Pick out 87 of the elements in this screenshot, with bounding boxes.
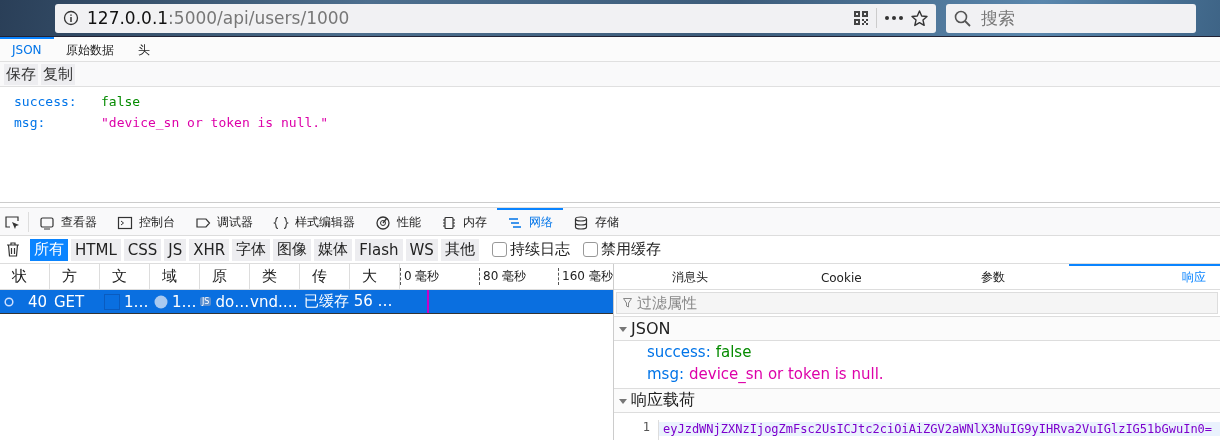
search-icon	[954, 9, 971, 27]
detail-tab[interactable]: 响应	[1068, 264, 1220, 289]
qr-code-icon[interactable]	[854, 11, 868, 25]
star-icon[interactable]	[911, 9, 928, 27]
column-header[interactable]: 域	[150, 264, 200, 289]
timeline-tick: 0 毫秒	[400, 268, 479, 285]
column-header[interactable]: 传	[300, 264, 350, 289]
timeline-marker	[427, 290, 429, 313]
detail-tab[interactable]: 参数	[917, 264, 1069, 289]
filter-icon	[623, 298, 632, 308]
json-key: msg:	[647, 365, 684, 383]
toolbar-button[interactable]: 复制	[41, 63, 75, 85]
toolbar-button[interactable]: 保存	[4, 63, 38, 85]
status-code: 40	[28, 292, 48, 311]
more-icon[interactable]	[885, 16, 903, 20]
database-icon	[573, 214, 589, 231]
filter-button[interactable]: Flash	[355, 238, 403, 261]
cause-cell: do…	[215, 292, 250, 311]
filter-button[interactable]: 其他	[440, 238, 479, 261]
type-cell-text: vnd.…	[250, 292, 299, 311]
method-cell-text: GET	[53, 292, 86, 311]
address-bar[interactable]: 127.0.0.1:5000/api/users/1000	[55, 3, 936, 33]
filter-button[interactable]: 字体	[232, 238, 271, 261]
info-icon[interactable]	[63, 10, 79, 26]
trash-icon[interactable]	[6, 242, 20, 257]
filter-button[interactable]: 所有	[30, 238, 68, 261]
url-text[interactable]: 127.0.0.1:5000/api/users/1000	[87, 8, 846, 28]
json-value: device_sn or token is null.	[689, 365, 884, 383]
devtools-tab[interactable]: 调试器	[185, 208, 263, 235]
devtools-tab[interactable]: 样式编辑器	[263, 208, 365, 235]
detail-tab[interactable]: Cookie	[765, 264, 917, 289]
search-input[interactable]: 搜索	[979, 7, 1183, 29]
timeline-tick: 80 毫秒	[479, 268, 558, 285]
column-header[interactable]: 方	[50, 264, 100, 289]
file-cell: 1…	[124, 292, 149, 311]
type-badge: JS	[200, 297, 212, 306]
json-key: success:	[647, 343, 711, 361]
collapse-icon[interactable]	[618, 324, 628, 333]
column-header[interactable]: 大	[350, 264, 400, 289]
json-key: success:	[14, 94, 101, 109]
checkbox-label[interactable]: 持续日志	[509, 240, 570, 259]
json-value: "device_sn or token is null."	[101, 115, 328, 130]
request-row[interactable]: 40 GET 1… 1… JS do…vnd.… 已缓存 56 …	[0, 290, 613, 314]
column-header[interactable]: 原	[200, 264, 250, 289]
checkbox[interactable]	[582, 242, 598, 257]
braces-icon	[273, 214, 289, 231]
devtools-tab[interactable]: 控制台	[107, 208, 185, 235]
column-header[interactable]: 类	[250, 264, 300, 289]
checkbox-label[interactable]: 禁用缓存	[600, 240, 661, 259]
filter-button[interactable]: HTML	[71, 238, 121, 261]
checkbox[interactable]	[491, 242, 507, 257]
devtools-tab[interactable]: 查看器	[29, 208, 107, 235]
devtools-tab[interactable]: 内存	[431, 208, 497, 235]
domain-cell: 1…	[172, 292, 197, 311]
filter-button[interactable]: 图像	[273, 238, 312, 261]
json-value: false	[715, 343, 752, 361]
timeline-tick: 160 毫秒	[558, 268, 637, 285]
gauge-icon	[375, 214, 391, 231]
filter-button[interactable]: CSS	[123, 238, 162, 261]
inspector-icon	[39, 214, 55, 231]
filter-button[interactable]: WS	[405, 238, 438, 261]
section-header[interactable]: JSON	[614, 316, 1220, 341]
devtools-tab[interactable]: 存储	[563, 208, 629, 235]
filter-button[interactable]: JS	[164, 238, 187, 261]
chip-icon	[441, 214, 457, 231]
transferred-cell-text: 已缓存 56 …	[303, 292, 394, 311]
devtools-tab[interactable]: 性能	[365, 208, 431, 235]
viewer-tab[interactable]: 原始数据	[53, 37, 126, 61]
column-header[interactable]: 文	[100, 264, 150, 289]
filter-input[interactable]: 过滤属性	[635, 293, 939, 313]
json-key: msg:	[14, 115, 101, 130]
section-header[interactable]: 响应载荷	[614, 388, 1220, 413]
section-title: 响应载荷	[631, 390, 695, 411]
search-field[interactable]: 搜索	[946, 3, 1196, 33]
json-value: false	[101, 94, 141, 109]
filter-field[interactable]: 过滤属性	[616, 292, 1218, 314]
viewer-tab[interactable]: 头	[125, 37, 162, 61]
filter-button[interactable]: XHR	[189, 238, 230, 261]
element-picker-icon[interactable]	[4, 213, 20, 230]
devtools-tab[interactable]: 网络	[497, 208, 563, 235]
console-icon	[117, 214, 133, 231]
section-title: JSON	[631, 319, 671, 338]
collapse-icon[interactable]	[618, 396, 628, 405]
filter-button[interactable]: 媒体	[314, 238, 353, 261]
circle-icon	[4, 296, 14, 307]
column-header[interactable]: 状	[0, 264, 50, 289]
line-number: 1	[642, 420, 650, 434]
